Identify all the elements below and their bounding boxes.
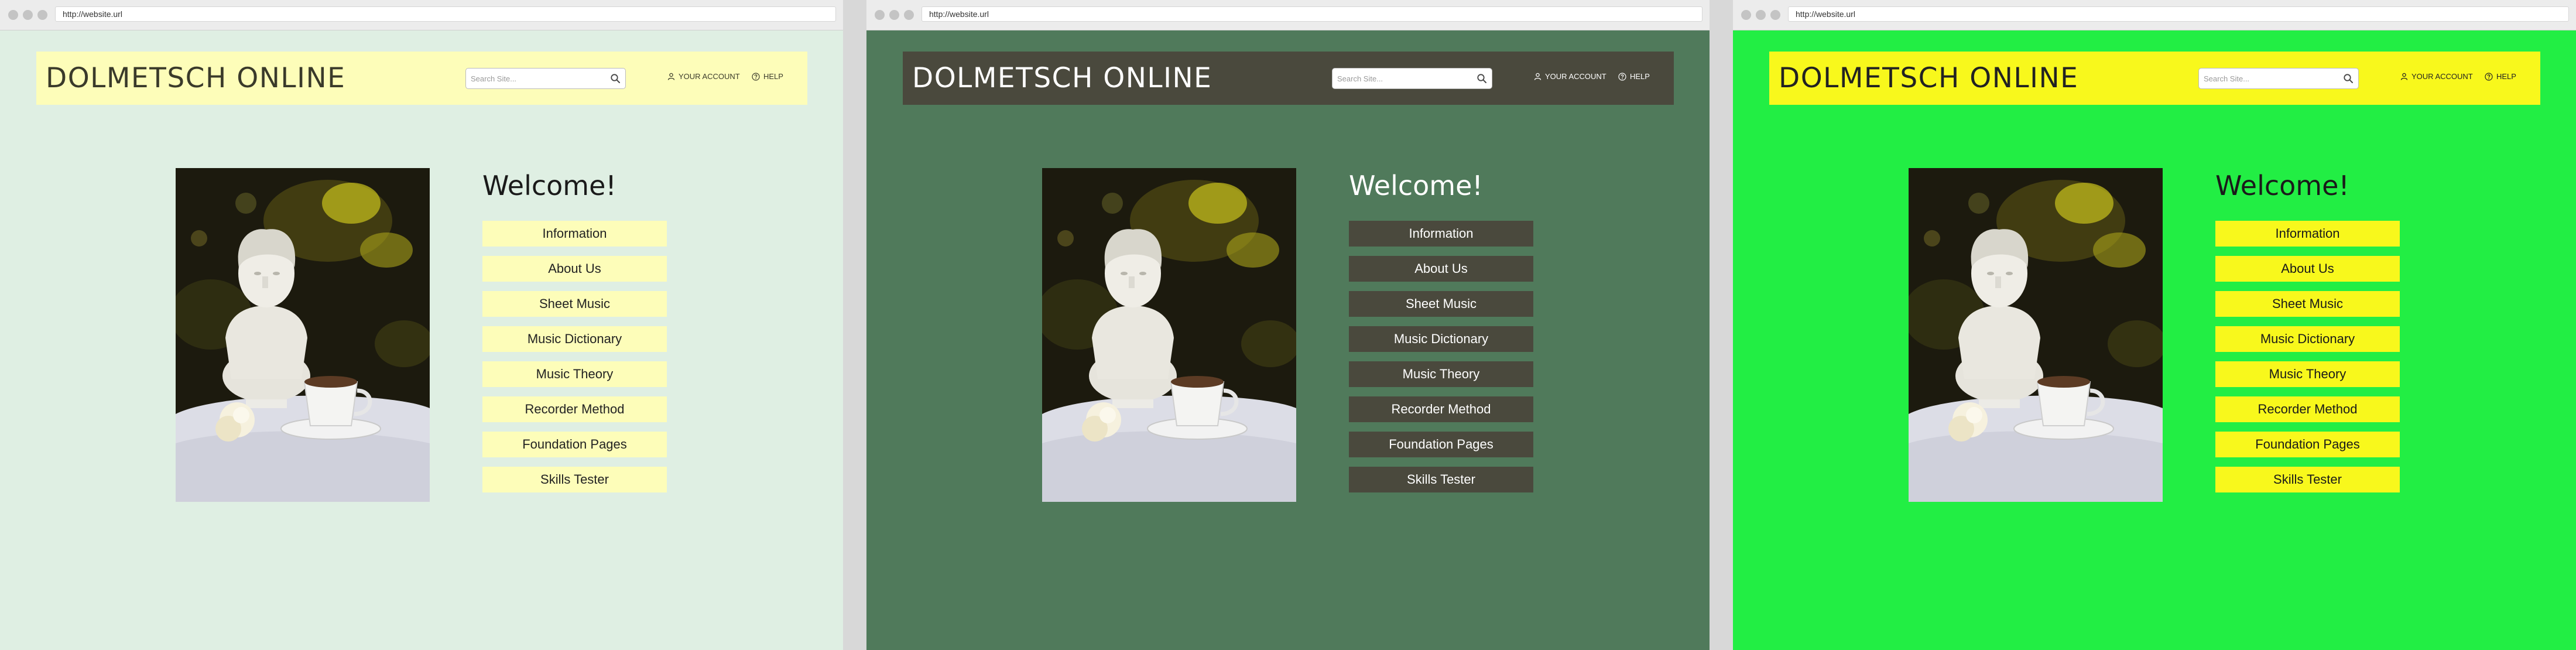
menu-button-about-us[interactable]: About Us — [2215, 256, 2400, 282]
menu-button-information[interactable]: Information — [1349, 221, 1533, 247]
menu-button-sheet-music[interactable]: Sheet Music — [1349, 291, 1533, 317]
close-window-button[interactable] — [1741, 10, 1751, 20]
help-label: HELP — [2496, 72, 2516, 81]
your-account-label: YOUR ACCOUNT — [679, 72, 740, 81]
user-icon — [667, 73, 675, 80]
menu-button-skills-tester[interactable]: Skills Tester — [2215, 467, 2400, 492]
user-icon — [2400, 73, 2408, 80]
menu-button-information[interactable]: Information — [2215, 221, 2400, 247]
search-icon[interactable] — [1477, 73, 1487, 84]
menu-button-recorder-method[interactable]: Recorder Method — [482, 396, 667, 422]
menu-button-sheet-music[interactable]: Sheet Music — [482, 291, 667, 317]
menu-button-music-theory[interactable]: Music Theory — [2215, 361, 2400, 387]
page-viewport: DOLMETSCH ONLINE Search Site... YOUR ACC… — [0, 30, 843, 650]
menu-button-music-dictionary[interactable]: Music Dictionary — [1349, 326, 1533, 352]
help-icon — [1618, 72, 1626, 81]
your-account-link[interactable]: YOUR ACCOUNT — [2400, 72, 2473, 81]
window-controls — [875, 10, 914, 20]
close-window-button[interactable] — [875, 10, 885, 20]
browser-toolbar: http://website.url — [1733, 0, 2576, 30]
minimize-window-button[interactable] — [889, 10, 899, 20]
maximize-window-button[interactable] — [904, 10, 914, 20]
minimize-window-button[interactable] — [23, 10, 33, 20]
welcome-heading: Welcome! — [482, 170, 616, 201]
search-icon[interactable] — [2343, 73, 2354, 84]
main-menu: Information About Us Sheet Music Music Dict… — [482, 221, 667, 502]
help-link[interactable]: HELP — [2485, 72, 2516, 81]
window-controls — [1741, 10, 1780, 20]
main-menu: Information About Us Sheet Music Music Dict… — [2215, 221, 2400, 502]
page-viewport: DOLMETSCH ONLINE Search Site... YOUR ACC… — [1733, 30, 2576, 650]
address-bar[interactable]: http://website.url — [1788, 6, 2569, 22]
menu-button-recorder-method[interactable]: Recorder Method — [2215, 396, 2400, 422]
hero-image-beethoven-bust — [1042, 168, 1296, 502]
address-bar[interactable]: http://website.url — [922, 6, 1703, 22]
hero-image-beethoven-bust — [176, 168, 430, 502]
browser-window-3: http://website.url DOLMETSCH ONLINE Sear… — [1733, 0, 2576, 650]
menu-button-skills-tester[interactable]: Skills Tester — [482, 467, 667, 492]
search-input[interactable]: Search Site... — [1332, 68, 1492, 89]
hero-image-beethoven-bust — [1909, 168, 2163, 502]
help-icon — [2485, 72, 2493, 81]
menu-button-skills-tester[interactable]: Skills Tester — [1349, 467, 1533, 492]
menu-button-music-dictionary[interactable]: Music Dictionary — [2215, 326, 2400, 352]
search-input[interactable]: Search Site... — [2198, 68, 2359, 89]
menu-button-music-dictionary[interactable]: Music Dictionary — [482, 326, 667, 352]
search-input[interactable]: Search Site... — [465, 68, 626, 89]
help-icon — [752, 72, 760, 81]
welcome-heading: Welcome! — [2215, 170, 2349, 201]
help-link[interactable]: HELP — [1618, 72, 1650, 81]
user-icon — [1534, 73, 1542, 80]
menu-button-sheet-music[interactable]: Sheet Music — [2215, 291, 2400, 317]
site-header: DOLMETSCH ONLINE Search Site... YOUR ACC… — [1769, 52, 2540, 105]
maximize-window-button[interactable] — [1770, 10, 1780, 20]
menu-button-foundation-pages[interactable]: Foundation Pages — [1349, 432, 1533, 457]
help-label: HELP — [1630, 72, 1650, 81]
help-link[interactable]: HELP — [752, 72, 783, 81]
browser-window-2: http://website.url DOLMETSCH ONLINE Sear… — [866, 0, 1710, 650]
welcome-heading: Welcome! — [1349, 170, 1483, 201]
your-account-label: YOUR ACCOUNT — [2411, 72, 2473, 81]
site-logo[interactable]: DOLMETSCH ONLINE — [1779, 62, 2078, 94]
page-viewport: DOLMETSCH ONLINE Search Site... YOUR ACC… — [866, 30, 1710, 650]
menu-button-music-theory[interactable]: Music Theory — [1349, 361, 1533, 387]
address-bar[interactable]: http://website.url — [55, 6, 836, 22]
maximize-window-button[interactable] — [37, 10, 47, 20]
menu-button-recorder-method[interactable]: Recorder Method — [1349, 396, 1533, 422]
help-label: HELP — [763, 72, 783, 81]
site-header: DOLMETSCH ONLINE Search Site... YOUR ACC… — [903, 52, 1674, 105]
site-logo[interactable]: DOLMETSCH ONLINE — [912, 62, 1212, 94]
browser-window-1: http://website.url DOLMETSCH ONLINE Sear… — [0, 0, 843, 650]
menu-button-foundation-pages[interactable]: Foundation Pages — [482, 432, 667, 457]
close-window-button[interactable] — [8, 10, 18, 20]
your-account-link[interactable]: YOUR ACCOUNT — [667, 72, 740, 81]
your-account-label: YOUR ACCOUNT — [1545, 72, 1606, 81]
browser-toolbar: http://website.url — [866, 0, 1710, 30]
site-logo[interactable]: DOLMETSCH ONLINE — [46, 62, 345, 94]
search-icon[interactable] — [610, 73, 621, 84]
site-header: DOLMETSCH ONLINE Search Site... YOUR ACC… — [36, 52, 807, 105]
menu-button-about-us[interactable]: About Us — [482, 256, 667, 282]
search-placeholder: Search Site... — [471, 74, 517, 83]
minimize-window-button[interactable] — [1756, 10, 1766, 20]
menu-button-music-theory[interactable]: Music Theory — [482, 361, 667, 387]
menu-button-information[interactable]: Information — [482, 221, 667, 247]
your-account-link[interactable]: YOUR ACCOUNT — [1534, 72, 1606, 81]
menu-button-foundation-pages[interactable]: Foundation Pages — [2215, 432, 2400, 457]
search-placeholder: Search Site... — [2204, 74, 2250, 83]
main-menu: Information About Us Sheet Music Music Dict… — [1349, 221, 1533, 502]
window-controls — [8, 10, 47, 20]
browser-toolbar: http://website.url — [0, 0, 843, 30]
menu-button-about-us[interactable]: About Us — [1349, 256, 1533, 282]
search-placeholder: Search Site... — [1337, 74, 1383, 83]
